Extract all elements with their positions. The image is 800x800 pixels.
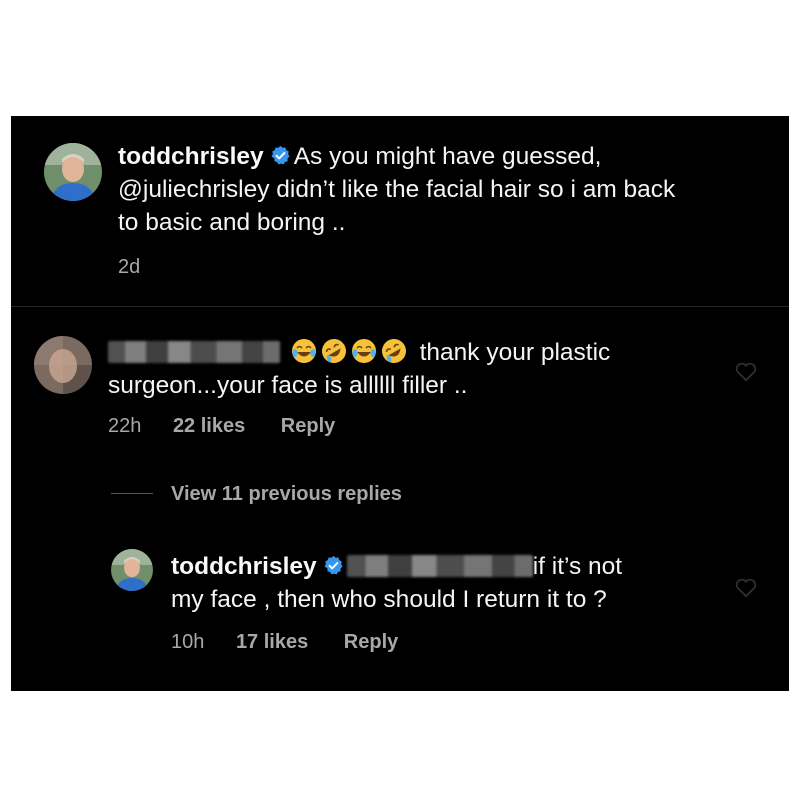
blurred-profile-photo — [34, 336, 92, 394]
comment-line-2: surgeon...your face is allllll filler .. — [108, 372, 468, 399]
comment-like-heart-icon[interactable] — [735, 362, 757, 382]
reply-line-1: if it’s not — [532, 553, 623, 580]
verified-badge-icon — [270, 145, 291, 166]
comments-panel: toddchrisley As you might have guessed, @… — [11, 116, 789, 691]
comment-text: thank your plastic surgeon...your face i… — [108, 336, 728, 402]
caption-line-3: to basic and boring .. — [118, 209, 346, 236]
reply-meta: 10h 17 likes Reply — [171, 631, 398, 654]
post-author-username[interactable]: toddchrisley — [118, 143, 264, 170]
reply-likes[interactable]: 17 likes — [236, 631, 308, 653]
redacted-username[interactable] — [108, 341, 280, 363]
reply-author-username[interactable]: toddchrisley — [171, 553, 317, 580]
redacted-mention[interactable] — [346, 555, 533, 577]
comment-timestamp: 22h — [108, 415, 142, 437]
reply-timestamp: 10h — [171, 631, 205, 653]
caption-divider — [11, 306, 789, 307]
comment-line-1: thank your plastic — [419, 339, 611, 366]
view-replies-label: View 11 previous replies — [171, 483, 402, 505]
face-with-tears-of-joy-icon — [351, 338, 377, 364]
reply-line-2: my face , then who should I return it to… — [171, 586, 607, 613]
face-with-tears-of-joy-icon — [291, 338, 317, 364]
reply-reply-button[interactable]: Reply — [344, 631, 398, 653]
view-previous-replies-button[interactable]: View 11 previous replies — [111, 483, 402, 506]
profile-photo-small — [111, 549, 153, 591]
rolling-on-floor-laughing-icon — [381, 338, 407, 364]
post-caption: toddchrisley As you might have guessed, @… — [118, 140, 768, 239]
reply-author-avatar[interactable] — [111, 549, 153, 591]
caption-line-1: As you might have guessed, — [293, 143, 602, 170]
comment-likes[interactable]: 22 likes — [173, 415, 245, 437]
comment-reply-button[interactable]: Reply — [281, 415, 335, 437]
reply-like-heart-icon[interactable] — [735, 578, 757, 598]
caption-line-2: @juliechrisley didn’t like the facial ha… — [118, 176, 676, 203]
comment-meta: 22h 22 likes Reply — [108, 415, 335, 438]
reply-text: toddchrisley if it’s not my face , then w… — [171, 550, 771, 616]
profile-photo — [44, 143, 102, 201]
verified-badge-icon — [323, 555, 344, 576]
replies-indent-line — [111, 493, 153, 494]
commenter-avatar-blurred[interactable] — [34, 336, 92, 394]
rolling-on-floor-laughing-icon — [321, 338, 347, 364]
post-author-avatar[interactable] — [44, 143, 102, 201]
post-timestamp: 2d — [118, 256, 141, 278]
